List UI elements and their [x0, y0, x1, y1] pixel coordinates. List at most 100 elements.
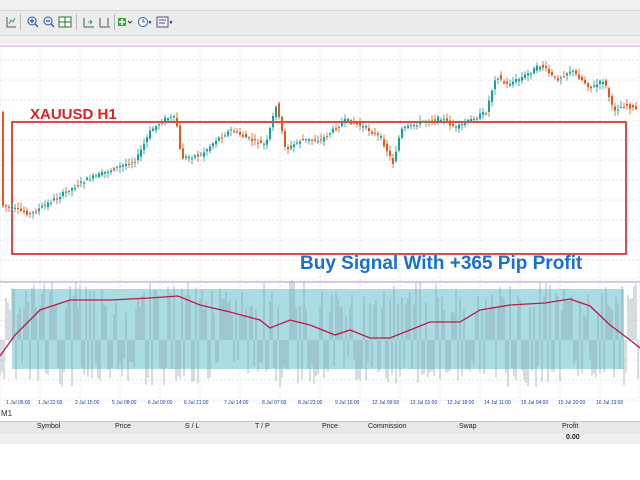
- candle-body: [392, 158, 394, 164]
- candle-body: [8, 206, 10, 208]
- candle-body: [143, 143, 145, 151]
- candle-body: [101, 171, 103, 176]
- candle-body: [269, 127, 271, 140]
- candle-body: [65, 191, 67, 193]
- candle-body: [125, 163, 127, 166]
- col-price-2[interactable]: Price: [322, 423, 338, 430]
- candle-body: [23, 210, 25, 213]
- candle-body: [350, 119, 352, 124]
- candle-body: [35, 211, 37, 213]
- col-profit[interactable]: Profit: [562, 423, 578, 430]
- candle-body: [509, 84, 511, 86]
- candle-body: [221, 137, 223, 139]
- candle-body: [344, 118, 346, 122]
- candle-body: [512, 81, 514, 85]
- time-axis-label: 8 Jul 07:00: [262, 400, 287, 406]
- candle-body: [86, 177, 88, 180]
- candle-body: [188, 156, 190, 159]
- candle-body: [305, 139, 307, 141]
- candle-body: [335, 128, 337, 130]
- tile-windows-icon[interactable]: [56, 13, 74, 31]
- candle-body: [428, 121, 430, 123]
- candle-body: [338, 126, 340, 128]
- toolbar-separator: [20, 14, 21, 30]
- candle-body: [218, 137, 220, 141]
- candle-body: [383, 139, 385, 147]
- col-commission[interactable]: Commission: [368, 423, 407, 430]
- candle-body: [566, 73, 568, 76]
- candle-body: [5, 205, 7, 207]
- candle-body: [506, 81, 508, 84]
- col-tp[interactable]: T / P: [255, 423, 270, 430]
- candle-body: [545, 66, 547, 69]
- candle-body: [530, 73, 532, 75]
- candle-body: [437, 116, 439, 122]
- candle-body: [443, 119, 445, 121]
- candle-body: [272, 116, 274, 128]
- candle-body: [185, 156, 187, 158]
- col-price[interactable]: Price: [115, 423, 131, 430]
- candle-body: [80, 181, 82, 183]
- candle-body: [521, 76, 523, 81]
- candle-body: [206, 149, 208, 152]
- candle-body: [560, 77, 562, 79]
- candle-body: [587, 83, 589, 88]
- candle-body: [575, 70, 577, 74]
- candle-body: [230, 129, 232, 131]
- candle-body: [92, 175, 94, 179]
- candle-body: [287, 147, 289, 150]
- candle-body: [542, 64, 544, 68]
- chart-bar-icon[interactable]: [2, 13, 20, 31]
- candle-body: [320, 139, 322, 141]
- candle-body: [431, 120, 433, 122]
- candle-body: [593, 85, 595, 87]
- candle-body: [623, 106, 625, 108]
- add-indicator-icon[interactable]: [116, 13, 134, 31]
- candle-body: [425, 121, 427, 123]
- period-icon[interactable]: [136, 13, 154, 31]
- candle-body: [38, 208, 40, 212]
- candle-body: [500, 75, 502, 80]
- candle-body: [518, 79, 520, 82]
- candle-body: [128, 163, 130, 165]
- price-chart[interactable]: 1 Jul 06:00 1 Jul 22:00 2 Jul 15:00 5 Jul 0…: [0, 44, 640, 459]
- col-swap[interactable]: Swap: [459, 423, 477, 430]
- candle-body: [308, 139, 310, 141]
- candle-body: [107, 172, 109, 174]
- candle-body: [53, 198, 55, 201]
- signal-text: Buy Signal With +365 Pip Profit: [300, 253, 583, 274]
- candle-body: [284, 131, 286, 147]
- chart-shift-icon[interactable]: [96, 13, 114, 31]
- candle-body: [473, 118, 475, 121]
- time-axis-label: 8 Jul 23:00: [298, 400, 323, 406]
- templates-icon[interactable]: [156, 13, 174, 31]
- candle-body: [248, 137, 250, 139]
- candle-body: [326, 136, 328, 138]
- candle-body: [116, 166, 118, 168]
- candle-body: [620, 106, 622, 108]
- candle-body: [296, 142, 298, 144]
- candle-body: [491, 90, 493, 103]
- candle-body: [548, 68, 550, 74]
- candle-body: [497, 78, 499, 80]
- col-symbol[interactable]: Symbol: [37, 423, 60, 430]
- candle-body: [119, 165, 121, 168]
- candle-body: [422, 121, 424, 123]
- candle-body: [215, 140, 217, 145]
- toolbar: [0, 0, 640, 44]
- candle-body: [551, 71, 553, 75]
- time-axis-label: 7 Jul 14:00: [224, 400, 249, 406]
- candle-body: [140, 149, 142, 157]
- candle-body: [467, 120, 469, 123]
- col-sl[interactable]: S / L: [185, 423, 199, 430]
- candle-body: [260, 140, 262, 143]
- profit-total: 0.00: [566, 434, 580, 441]
- candle-body: [584, 79, 586, 84]
- candle-body: [263, 143, 265, 145]
- candle-body: [290, 145, 292, 149]
- candle-body: [146, 137, 148, 143]
- candle-body: [455, 126, 457, 128]
- candle-body: [605, 80, 607, 86]
- terminal-tab-m1[interactable]: M1: [1, 409, 12, 418]
- candle-body: [62, 191, 64, 196]
